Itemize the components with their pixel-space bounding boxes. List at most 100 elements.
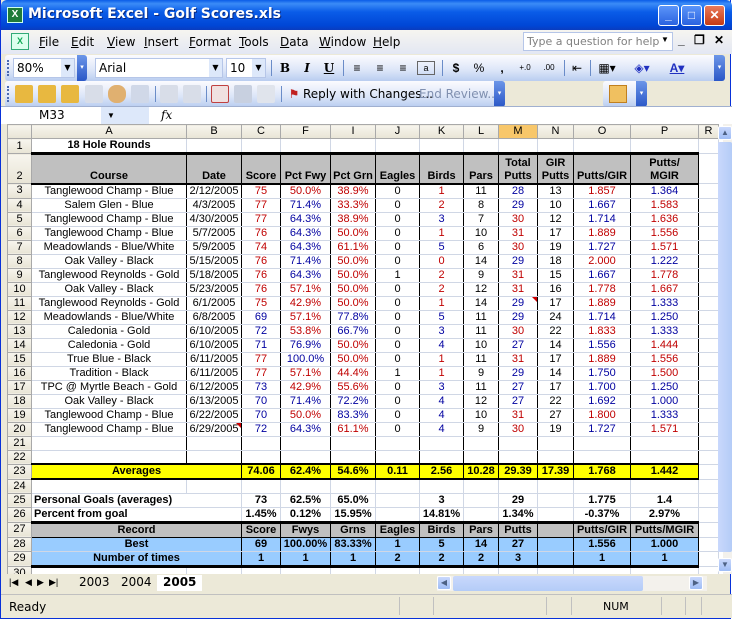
- select-all-corner[interactable]: [7, 124, 32, 139]
- cell[interactable]: 83.33%: [330, 536, 376, 552]
- cell[interactable]: [498, 138, 538, 154]
- track-changes-icon[interactable]: [211, 85, 229, 103]
- cell-course[interactable]: Tanglewood Reynolds - Gold: [31, 267, 187, 283]
- cell-putts-mgir[interactable]: 1.333: [630, 323, 699, 339]
- cell[interactable]: [280, 138, 331, 154]
- cell-gir-putts[interactable]: 15: [537, 267, 574, 283]
- cell[interactable]: [698, 225, 719, 241]
- cell-putts-gir[interactable]: 1.556: [573, 337, 631, 353]
- name-box[interactable]: M33: [1, 107, 101, 124]
- cell[interactable]: [241, 449, 281, 465]
- cell[interactable]: Eagles: [375, 520, 420, 538]
- column-header-o[interactable]: O: [573, 124, 631, 139]
- cell[interactable]: [280, 449, 331, 465]
- comma-button[interactable]: ,: [493, 59, 511, 77]
- column-header-k[interactable]: K: [419, 124, 464, 139]
- cell-eagles[interactable]: 1: [375, 267, 420, 283]
- cell[interactable]: Score: [241, 520, 281, 538]
- cell-pct-fwy[interactable]: 71.4%: [280, 393, 331, 409]
- row-header[interactable]: 26: [7, 506, 32, 523]
- cell-course[interactable]: Tanglewood Champ - Blue: [31, 407, 187, 423]
- cell-pct-fwy[interactable]: 50.0%: [280, 407, 331, 423]
- cell[interactable]: 17.39: [537, 463, 574, 480]
- show-comment-icon[interactable]: [85, 85, 103, 103]
- cell-pars[interactable]: 9: [463, 365, 499, 381]
- cell-score[interactable]: 77: [241, 211, 281, 227]
- next-sheet-icon[interactable]: ▶: [37, 577, 44, 588]
- column-title[interactable]: Total Putts: [498, 152, 538, 185]
- cell-birds[interactable]: 1: [419, 183, 464, 199]
- cell-gir-putts[interactable]: 12: [537, 211, 574, 227]
- scroll-up-icon[interactable]: ▲: [718, 126, 732, 140]
- column-header-l[interactable]: L: [463, 124, 499, 139]
- cell[interactable]: [630, 565, 699, 574]
- sheet-title[interactable]: 18 Hole Rounds: [31, 138, 187, 154]
- cell[interactable]: 0.11: [375, 463, 420, 480]
- cell-total-putts[interactable]: 28: [498, 183, 538, 199]
- cell-eagles[interactable]: 0: [375, 253, 420, 269]
- cell-date[interactable]: 6/29/2005: [186, 421, 242, 437]
- cell-birds[interactable]: 1: [419, 295, 464, 311]
- cell-putts-gir[interactable]: 1.889: [573, 225, 631, 241]
- cell-date[interactable]: 6/11/2005: [186, 365, 242, 381]
- cell[interactable]: 1: [630, 550, 699, 568]
- cell[interactable]: [698, 323, 719, 339]
- cell-pct-grn[interactable]: 50.0%: [330, 267, 376, 283]
- cell-course[interactable]: Salem Glen - Blue: [31, 197, 187, 213]
- cell[interactable]: 2: [463, 550, 499, 568]
- cell-course[interactable]: Meadowlands - Blue/White: [31, 309, 187, 325]
- cell[interactable]: [375, 138, 420, 154]
- align-center-icon[interactable]: ≡: [371, 59, 389, 77]
- row-header[interactable]: 1: [7, 138, 32, 154]
- cell-putts-gir[interactable]: 1.833: [573, 323, 631, 339]
- cell-pars[interactable]: 11: [463, 351, 499, 367]
- cell-total-putts[interactable]: 31: [498, 225, 538, 241]
- cell-course[interactable]: TPC @ Myrtle Beach - Gold: [31, 379, 187, 395]
- cell[interactable]: 14: [463, 536, 499, 552]
- cell-gir-putts[interactable]: 17: [537, 351, 574, 367]
- row-header[interactable]: 14: [7, 337, 32, 353]
- cell-putts-mgir[interactable]: 1.364: [630, 183, 699, 199]
- cell-birds[interactable]: 4: [419, 421, 464, 437]
- cell-course[interactable]: Tanglewood Champ - Blue: [31, 183, 187, 199]
- cell-pct-fwy[interactable]: 42.9%: [280, 295, 331, 311]
- cell-eagles[interactable]: 0: [375, 407, 420, 423]
- vertical-scroll-thumb[interactable]: [718, 142, 732, 552]
- cell-course[interactable]: Oak Valley - Black: [31, 253, 187, 269]
- cell[interactable]: 15.95%: [330, 506, 376, 523]
- cell-score[interactable]: 72: [241, 323, 281, 339]
- cell[interactable]: 1: [330, 550, 376, 568]
- reply-with-changes-button[interactable]: Reply with Changes...: [303, 85, 433, 103]
- row-header[interactable]: 2: [7, 153, 32, 184]
- increase-decimal-button[interactable]: +.0: [514, 59, 536, 77]
- cell[interactable]: 0.12%: [280, 506, 331, 523]
- column-title[interactable]: Birds: [419, 152, 464, 185]
- cell-pct-fwy[interactable]: 64.3%: [280, 421, 331, 437]
- cell[interactable]: [498, 478, 538, 494]
- row-header[interactable]: 19: [7, 407, 32, 423]
- cell[interactable]: Fwys: [280, 520, 331, 538]
- cell-eagles[interactable]: 0: [375, 323, 420, 339]
- cell[interactable]: [241, 478, 281, 494]
- cell-course[interactable]: Oak Valley - Black: [31, 281, 187, 297]
- cell-putts-gir[interactable]: 1.714: [573, 309, 631, 325]
- align-right-icon[interactable]: ≡: [394, 59, 412, 77]
- cell-total-putts[interactable]: 29: [498, 197, 538, 213]
- cell-putts-gir[interactable]: 1.750: [573, 365, 631, 381]
- cell-score[interactable]: 76: [241, 267, 281, 283]
- cell-date[interactable]: 5/23/2005: [186, 281, 242, 297]
- cell-pct-grn[interactable]: 61.1%: [330, 421, 376, 437]
- column-header-b[interactable]: B: [186, 124, 242, 139]
- delete-comment-icon[interactable]: [131, 85, 149, 103]
- cell[interactable]: 1.556: [573, 536, 631, 552]
- cell-pct-grn[interactable]: 50.0%: [330, 351, 376, 367]
- toolbar-options-icon[interactable]: ▾: [494, 81, 505, 107]
- decrease-indent-icon[interactable]: ⇤: [568, 59, 586, 77]
- cell-eagles[interactable]: 0: [375, 393, 420, 409]
- scroll-down-icon[interactable]: ▼: [718, 558, 732, 572]
- toolbar-options-icon[interactable]: ▾: [77, 55, 87, 81]
- row-header[interactable]: 13: [7, 323, 32, 339]
- cell[interactable]: [537, 478, 574, 494]
- cell[interactable]: [698, 421, 719, 437]
- cell-pars[interactable]: 9: [463, 421, 499, 437]
